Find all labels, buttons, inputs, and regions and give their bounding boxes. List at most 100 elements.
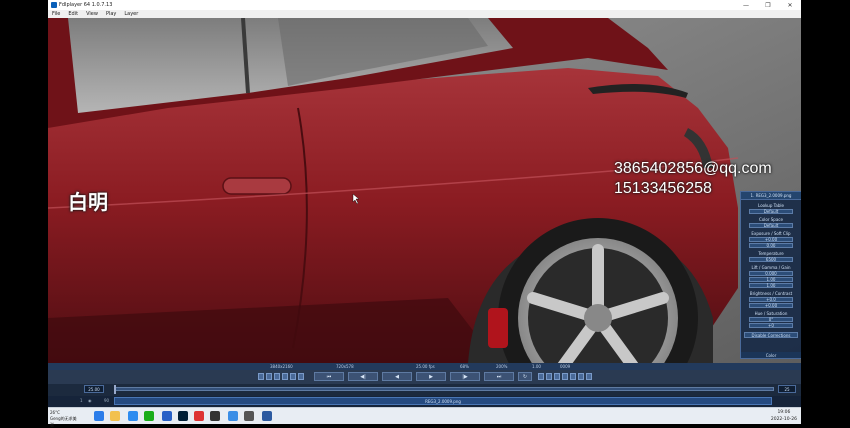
exposure-value: +0.00 bbox=[764, 237, 778, 242]
gamma-field[interactable]: 1.00 bbox=[749, 277, 793, 282]
brightness-field[interactable]: +0.0 bbox=[749, 297, 793, 302]
close-button[interactable]: ✕ bbox=[779, 0, 801, 10]
temperature-field[interactable]: 6500 bbox=[749, 257, 793, 262]
hue-field[interactable]: 0° bbox=[749, 317, 793, 322]
tool-button-1[interactable] bbox=[258, 373, 264, 380]
saturation-field[interactable]: +0 bbox=[749, 323, 793, 328]
softclip-field[interactable]: 0.00 bbox=[749, 243, 793, 248]
start-frame-value: 25.00 bbox=[88, 386, 100, 392]
menu-layer[interactable]: Layer bbox=[120, 11, 142, 17]
photoshop-icon[interactable] bbox=[178, 411, 188, 421]
contrast-field[interactable]: +0.00 bbox=[749, 303, 793, 308]
skip-start-button[interactable]: ⏮ bbox=[314, 372, 344, 381]
skip-end-icon: ⏭ bbox=[496, 373, 502, 380]
start-frame-field[interactable]: 25.00 bbox=[84, 385, 104, 393]
transport-controls: ⏮ ◀| ◀ ▶ |▶ ⏭ ↻ bbox=[48, 370, 801, 384]
weather-widget[interactable]: 26°C Geng的无求美滋 bbox=[50, 410, 78, 428]
app-icon-red[interactable] bbox=[194, 411, 204, 421]
lift-field[interactable]: 0.000 bbox=[749, 271, 793, 276]
tool-button-3[interactable] bbox=[274, 373, 280, 380]
status-percent: 68% bbox=[460, 364, 469, 369]
layer-bar: 1 ◉ 90 REG3_2.0009.png bbox=[48, 396, 801, 407]
tool-button-5[interactable] bbox=[290, 373, 296, 380]
watermark-phone: 15133456258 bbox=[614, 180, 712, 197]
bc-label: Brightness / Contrast bbox=[749, 291, 793, 296]
watermark-name: 白明 bbox=[68, 190, 108, 214]
image-viewport[interactable]: 白明 3865402856@qq.com 15133456258 1. REG3… bbox=[48, 18, 801, 363]
panel-file-header[interactable]: 1. REG3_2.0009.png bbox=[741, 192, 801, 200]
status-viewport: 720x578 bbox=[336, 364, 354, 369]
fdlplayer-window: Fdlplayer 64 1.0.7.13 — ❐ ✕ File Edit Vi… bbox=[48, 0, 801, 407]
brightness-value: +0.0 bbox=[766, 297, 776, 302]
contrast-value: +0.00 bbox=[764, 303, 778, 308]
softclip-value: 0.00 bbox=[766, 243, 776, 248]
exposure-field[interactable]: +0.00 bbox=[749, 237, 793, 242]
lift-value: 0.000 bbox=[765, 271, 777, 276]
status-bar: 3840x2160 720x578 25.00 fps 68% 200% 1.0… bbox=[48, 363, 801, 370]
view-button-1[interactable] bbox=[538, 373, 544, 380]
view-button-2[interactable] bbox=[546, 373, 552, 380]
color-space-select[interactable]: Default bbox=[749, 223, 793, 228]
view-button-7[interactable] bbox=[586, 373, 592, 380]
menu-view[interactable]: View bbox=[82, 11, 102, 17]
loop-button[interactable]: ↻ bbox=[518, 372, 532, 381]
app-icon-grey[interactable] bbox=[244, 411, 254, 421]
menu-edit[interactable]: Edit bbox=[64, 11, 82, 17]
menu-bar: File Edit View Play Layer bbox=[48, 10, 801, 18]
view-button-6[interactable] bbox=[578, 373, 584, 380]
layer-clip[interactable]: REG3_2.0009.png bbox=[114, 397, 772, 405]
disable-corrections-button[interactable]: Disable Corrections bbox=[744, 332, 798, 338]
skip-start-icon: ⏮ bbox=[326, 373, 332, 380]
file-explorer-icon[interactable] bbox=[110, 411, 120, 421]
step-back-button[interactable]: ◀| bbox=[348, 372, 378, 381]
fdlplayer-taskbar-icon[interactable] bbox=[262, 411, 272, 421]
clock-time: 19:06 bbox=[777, 410, 791, 415]
start-icon[interactable] bbox=[94, 411, 104, 421]
gain-field[interactable]: 1.00 bbox=[749, 283, 793, 288]
app-icon-ie[interactable] bbox=[228, 411, 238, 421]
play-button[interactable]: ▶ bbox=[416, 372, 446, 381]
skip-end-button[interactable]: ⏭ bbox=[484, 372, 514, 381]
app-icon-word[interactable] bbox=[162, 411, 172, 421]
view-button-4[interactable] bbox=[562, 373, 568, 380]
temperature-label: Temperature bbox=[758, 251, 784, 256]
layer-visibility-icon[interactable]: ◉ bbox=[88, 398, 92, 403]
temperature-value: 6500 bbox=[765, 257, 777, 262]
left-letterbox bbox=[0, 0, 48, 424]
minimize-button[interactable]: — bbox=[735, 0, 757, 10]
tool-button-6[interactable] bbox=[298, 373, 304, 380]
system-clock[interactable]: 19:06 2022-10-26 bbox=[771, 409, 797, 423]
windows-taskbar: 26°C Geng的无求美滋 19:06 2022-10-26 bbox=[48, 407, 801, 427]
menu-file[interactable]: File bbox=[48, 11, 64, 17]
wechat-icon[interactable] bbox=[144, 411, 154, 421]
lookup-table-value: Default bbox=[763, 209, 779, 214]
app-icon-blue[interactable] bbox=[128, 411, 138, 421]
timeline-playhead[interactable] bbox=[114, 385, 116, 394]
saturation-value: +0 bbox=[768, 323, 774, 328]
color-space-label: Color Space bbox=[759, 217, 783, 222]
exposure-label: Exposure / Soft Clip bbox=[751, 231, 791, 236]
tool-button-4[interactable] bbox=[282, 373, 288, 380]
maximize-button[interactable]: ❐ bbox=[757, 0, 779, 10]
unreal-icon[interactable] bbox=[210, 411, 220, 421]
timeline-track[interactable] bbox=[114, 387, 774, 391]
app-icon bbox=[51, 2, 57, 8]
view-button-5[interactable] bbox=[570, 373, 576, 380]
menu-play[interactable]: Play bbox=[102, 11, 120, 17]
step-forward-button[interactable]: |▶ bbox=[450, 372, 480, 381]
end-frame-value: 25 bbox=[784, 386, 790, 392]
window-title: Fdlplayer 64 1.0.7.13 bbox=[59, 2, 113, 8]
lookup-table-label: Lookup Table bbox=[758, 203, 784, 208]
lookup-table-select[interactable]: Default bbox=[749, 209, 793, 214]
status-zoom: 200% bbox=[496, 364, 508, 369]
right-letterbox bbox=[801, 0, 850, 424]
gain-value: 1.00 bbox=[766, 283, 776, 288]
tool-button-2[interactable] bbox=[266, 373, 272, 380]
view-button-3[interactable] bbox=[554, 373, 560, 380]
end-frame-field[interactable]: 25 bbox=[778, 385, 796, 393]
timeline: 25.00 25 bbox=[48, 384, 801, 396]
color-tab[interactable]: Color bbox=[741, 352, 801, 358]
step-forward-icon: |▶ bbox=[462, 373, 468, 380]
loop-icon: ↻ bbox=[522, 373, 528, 380]
play-reverse-button[interactable]: ◀ bbox=[382, 372, 412, 381]
